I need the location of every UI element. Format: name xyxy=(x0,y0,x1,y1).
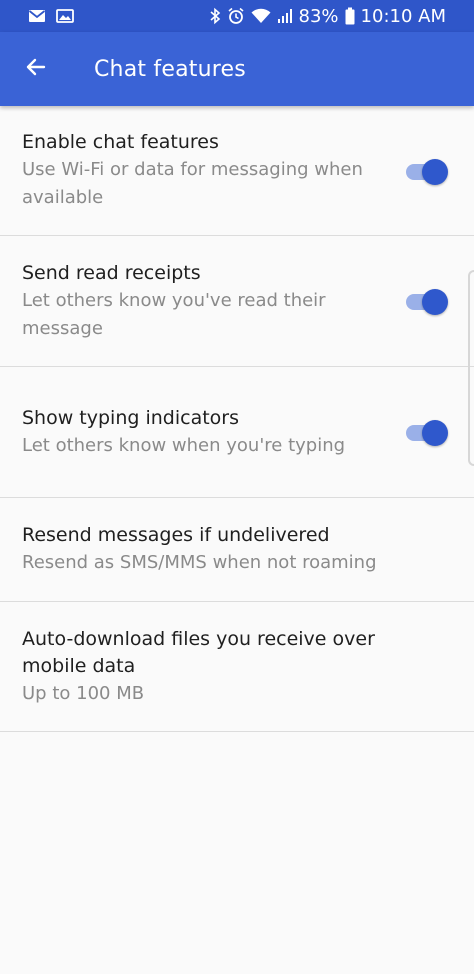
setting-auto-download-files[interactable]: Auto-download files you receive over mob… xyxy=(0,602,474,732)
battery-percent: 83% xyxy=(298,5,339,27)
toggle-thumb xyxy=(422,289,448,315)
show-typing-indicators-toggle[interactable] xyxy=(404,419,448,446)
battery-icon xyxy=(345,7,355,25)
toggle-thumb xyxy=(422,420,448,446)
status-left xyxy=(28,9,74,23)
setting-subtitle: Resend as SMS/MMS when not roaming xyxy=(22,552,377,573)
image-icon xyxy=(56,9,74,23)
setting-title: Auto-download files you receive over mob… xyxy=(22,627,375,677)
settings-list: Enable chat features Use Wi-Fi or data f… xyxy=(0,106,474,732)
setting-text: Enable chat features Use Wi-Fi or data f… xyxy=(22,129,392,212)
page-title: Chat features xyxy=(94,56,246,82)
setting-text: Show typing indicators Let others know w… xyxy=(22,405,392,460)
signal-icon xyxy=(277,8,293,24)
bluetooth-icon xyxy=(209,7,221,25)
setting-subtitle: Let others know when you're typing xyxy=(22,434,346,456)
clock: 10:10 AM xyxy=(360,5,446,27)
app-bar: Chat features xyxy=(0,32,474,106)
toggle-thumb xyxy=(422,158,448,185)
status-right: 83% 10:10 AM xyxy=(209,6,446,27)
setting-send-read-receipts[interactable]: Send read receipts Let others know you'v… xyxy=(0,236,474,367)
setting-title: Send read receipts xyxy=(22,261,201,284)
setting-text: Send read receipts Let others know you'v… xyxy=(22,260,392,343)
setting-title: Enable chat features xyxy=(22,131,219,153)
alarm-icon xyxy=(227,7,245,25)
setting-title: Resend messages if undelivered xyxy=(22,524,330,546)
mail-icon xyxy=(28,9,46,23)
enable-chat-features-toggle[interactable] xyxy=(404,158,448,185)
wifi-icon xyxy=(251,8,271,24)
setting-subtitle: Let others know you've read their messag… xyxy=(22,289,326,339)
back-button[interactable] xyxy=(16,49,56,89)
setting-resend-messages[interactable]: Resend messages if undelivered Resend as… xyxy=(0,498,474,602)
setting-show-typing-indicators[interactable]: Show typing indicators Let others know w… xyxy=(0,367,474,498)
setting-enable-chat-features[interactable]: Enable chat features Use Wi-Fi or data f… xyxy=(0,106,474,236)
setting-subtitle: Up to 100 MB xyxy=(22,682,145,704)
status-bar: 83% 10:10 AM xyxy=(0,0,474,32)
scrollbar[interactable] xyxy=(468,270,474,466)
setting-text: Auto-download files you receive over mob… xyxy=(22,626,422,708)
setting-subtitle: Use Wi-Fi or data for messaging when ava… xyxy=(22,159,363,208)
arrow-left-icon xyxy=(24,55,48,83)
setting-text: Resend messages if undelivered Resend as… xyxy=(22,522,392,577)
send-read-receipts-toggle[interactable] xyxy=(404,288,448,315)
setting-title: Show typing indicators xyxy=(22,406,240,429)
